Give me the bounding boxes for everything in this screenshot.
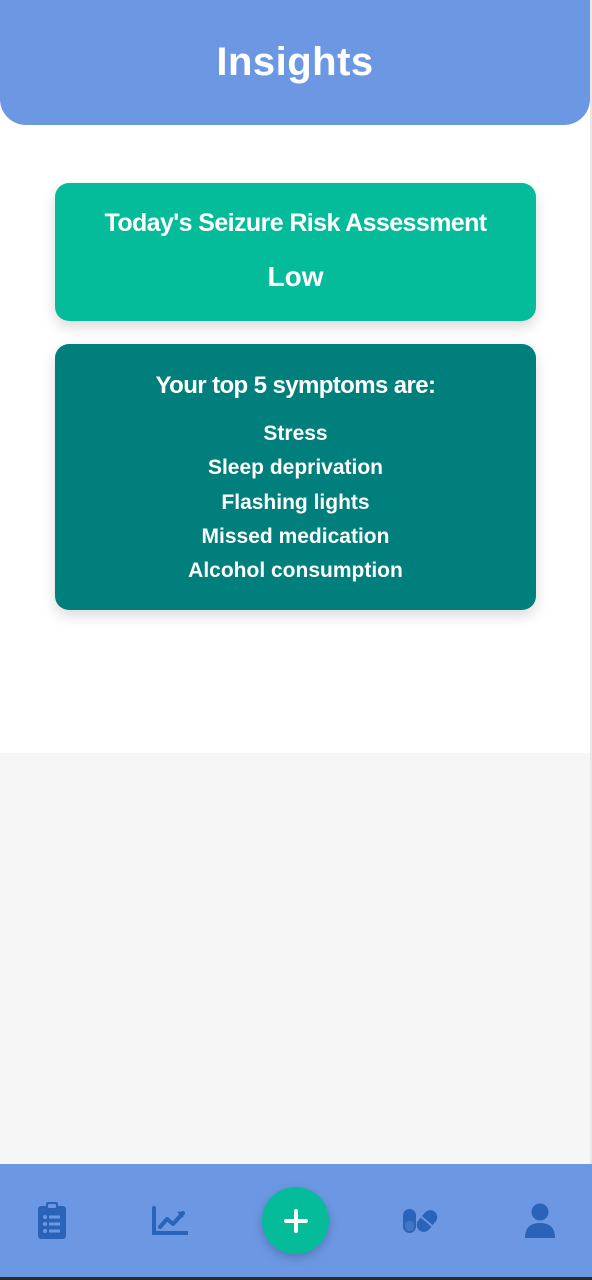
risk-assessment-card[interactable]: Today's Seizure Risk Assessment Low [55, 183, 536, 321]
risk-level: Low [267, 261, 324, 292]
user-icon [525, 1203, 555, 1238]
symptom-item: Stress [263, 422, 328, 445]
nav-item-log[interactable] [32, 1201, 72, 1241]
nav-item-insights[interactable] [150, 1201, 190, 1241]
nav-item-medication[interactable] [400, 1201, 440, 1241]
symptom-item: Sleep deprivation [207, 456, 384, 480]
chart-line-icon [152, 1206, 188, 1235]
symptoms-heading: Your top 5 symptoms are: [155, 372, 436, 399]
plus-icon [283, 1208, 308, 1233]
pills-icon [403, 1209, 438, 1233]
symptom-item: Alcohol consumption [188, 559, 403, 583]
header: Insights [0, 0, 590, 125]
symptom-item: Flashing lights [221, 490, 370, 514]
symptom-item: Missed medication [201, 524, 390, 548]
page-title: Insights [216, 40, 374, 84]
add-entry-button[interactable] [262, 1187, 329, 1254]
symptom-list: Stress Sleep deprivation Flashing lights… [55, 420, 536, 591]
clipboard-list-icon [38, 1202, 66, 1239]
risk-card-title: Today's Seizure Risk Assessment [104, 209, 488, 237]
top-symptoms-card[interactable]: Your top 5 symptoms are: Stress Sleep de… [55, 344, 536, 610]
nav-item-profile[interactable] [520, 1201, 560, 1241]
